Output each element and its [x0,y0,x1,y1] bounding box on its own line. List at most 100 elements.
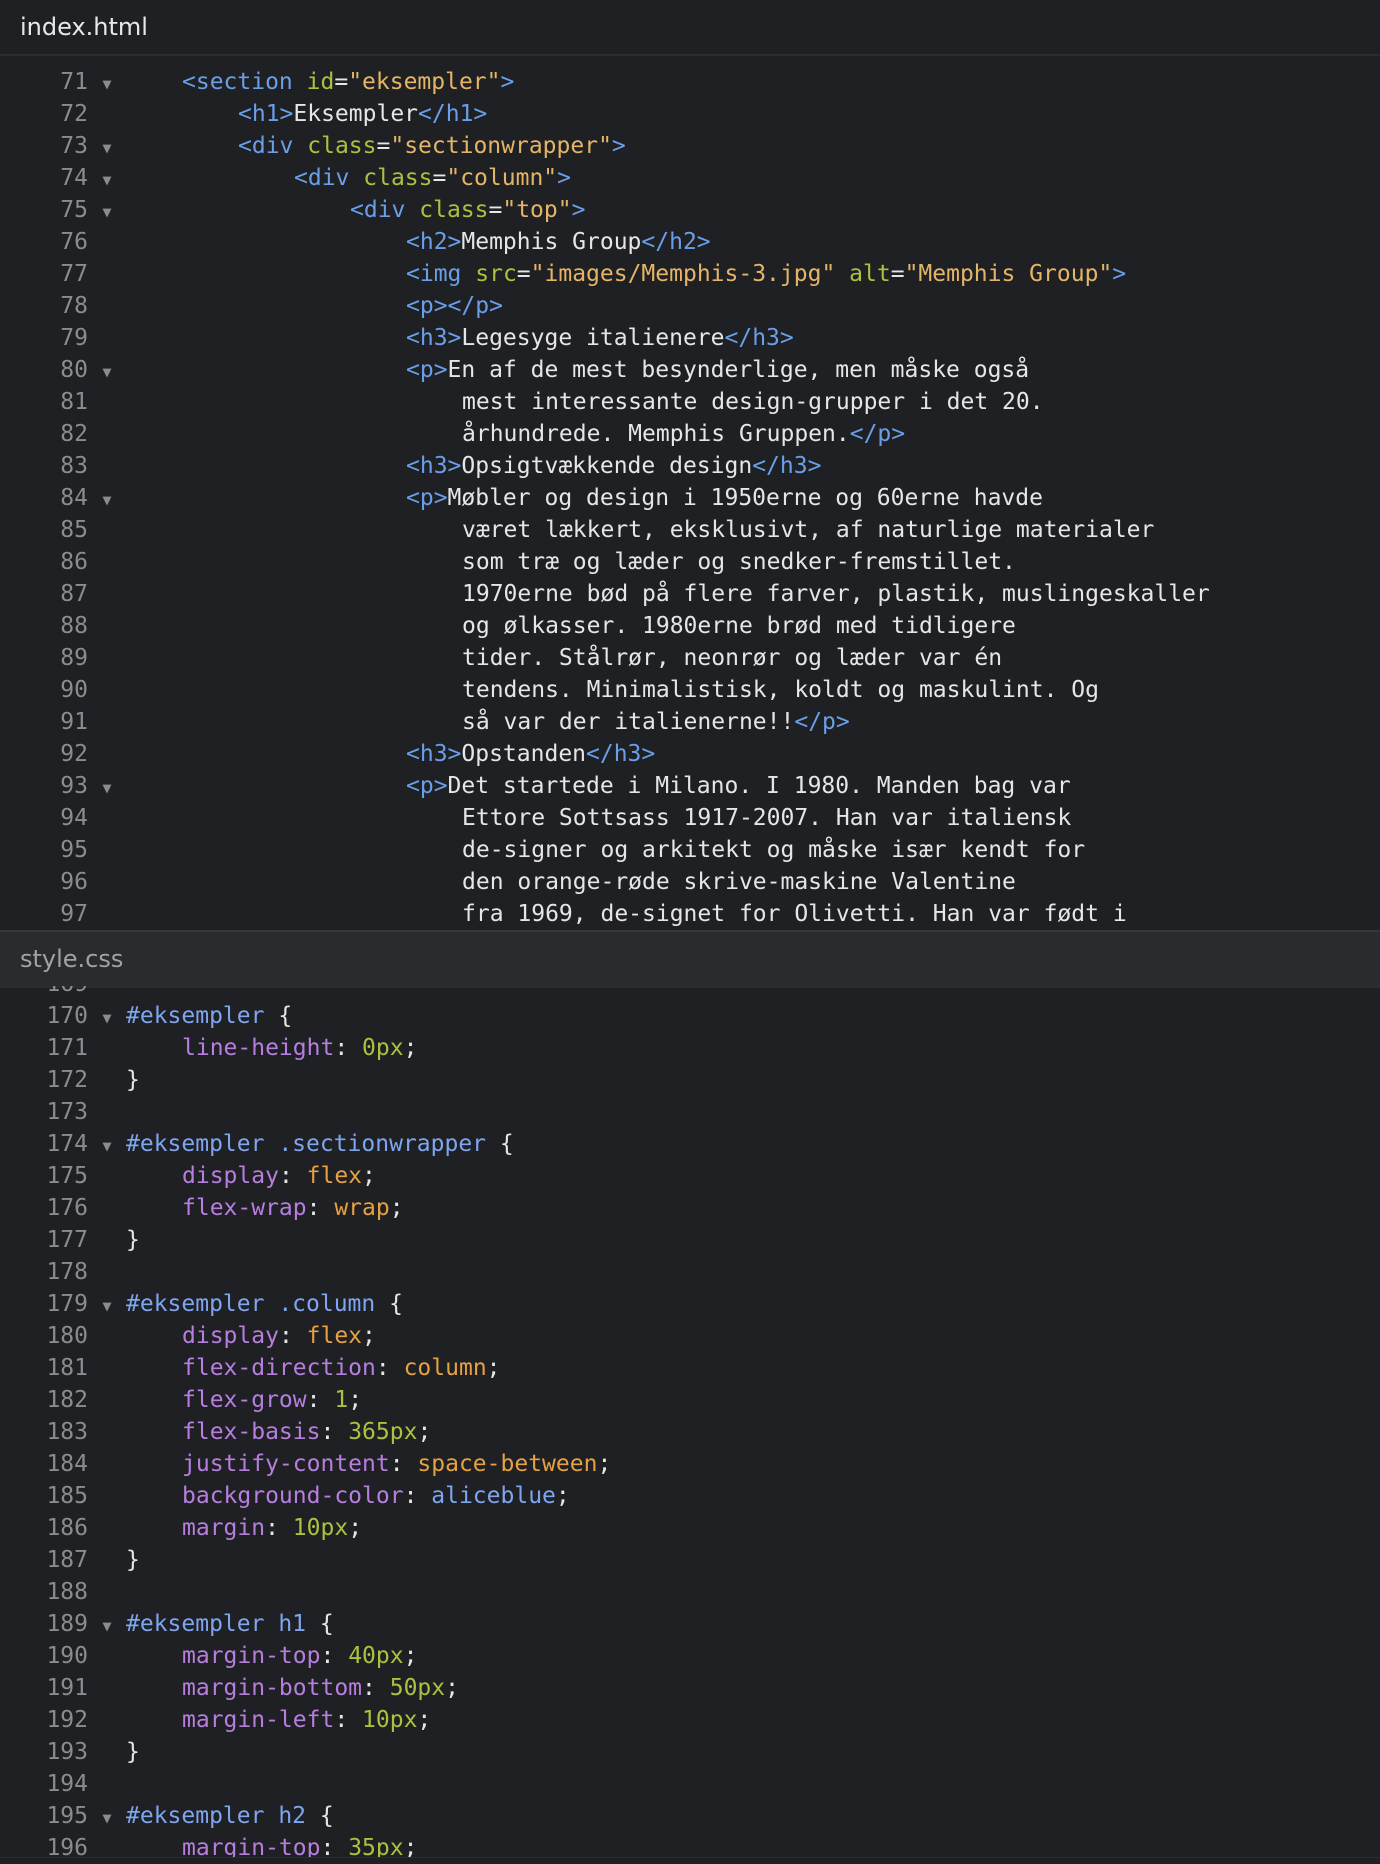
line-content: line-height: 0px; [126,1032,417,1064]
line-content: <img src="images/Memphis-3.jpg" alt="Mem… [126,258,1126,290]
html-editor-pane[interactable]: index.html 71 ▼ <section id="eksempler"> 72… [0,0,1380,932]
fold-triangle-icon[interactable]: ▼ [88,356,126,388]
tab-style-css[interactable]: style.css [0,932,1380,988]
token-pun: ; [362,1323,376,1349]
token-prop: flex-basis [182,1419,321,1445]
code-line[interactable]: 173 [0,1096,1380,1128]
token-prop: margin [182,1515,266,1541]
code-line[interactable]: 191 margin-bottom: 50px; [0,1672,1380,1704]
code-line[interactable]: 181 flex-direction: column; [0,1352,1380,1384]
code-line[interactable]: 89 tider. Stålrør, neonrør og læder var é… [0,642,1380,674]
css-code-area[interactable]: 169170▼#eksempler {171line-height: 0px;1… [0,986,1380,1864]
code-line[interactable]: 77 <img src="images/Memphis-3.jpg" alt="M… [0,258,1380,290]
code-line[interactable]: 72 <h1>Eksempler</h1> [0,98,1380,130]
code-line[interactable]: 194 [0,1768,1380,1800]
code-line[interactable]: 175 display: flex; [0,1160,1380,1192]
code-line[interactable]: 189 ▼ #eksempler h1 { [0,1608,1380,1640]
fold-triangle-icon[interactable]: ▼ [88,164,126,196]
code-line[interactable]: 91 så var der italienerne!!</p> [0,706,1380,738]
code-line[interactable]: 82 århundrede. Memphis Gruppen.</p> [0,418,1380,450]
code-line[interactable]: 85 været lækkert, eksklusivt, af naturlig… [0,514,1380,546]
fold-triangle-icon[interactable]: ▼ [88,1002,126,1034]
fold-triangle-icon[interactable]: ▼ [88,132,126,164]
code-line[interactable]: 188 [0,1576,1380,1608]
token-prop: display [182,1163,279,1189]
code-line[interactable]: 174 ▼ #eksempler .sectionwrapper { [0,1128,1380,1160]
code-line[interactable]: 185 background-color: aliceblue; [0,1480,1380,1512]
code-line[interactable]: 178 [0,1256,1380,1288]
code-line[interactable]: 96 den orange-røde skrive-maskine Valenti… [0,866,1380,898]
code-line[interactable]: 176 flex-wrap: wrap; [0,1192,1380,1224]
token-num: 10px [292,1515,349,1541]
code-line[interactable]: 75 ▼ <div class="top"> [0,194,1380,226]
fold-triangle-icon[interactable]: ▼ [88,68,126,100]
code-line[interactable]: 172} [0,1064,1380,1096]
line-content: justify-content: space-between; [126,1448,611,1480]
line-content: background-color: aliceblue; [126,1480,570,1512]
code-line[interactable]: 92 <h3>Opstanden</h3> [0,738,1380,770]
code-line[interactable]: 80 ▼ <p>En af de mest besynderlige, men må… [0,354,1380,386]
code-line[interactable]: 169 [0,986,1380,1000]
code-line[interactable]: 73 ▼ <div class="sectionwrapper"> [0,130,1380,162]
code-line[interactable]: 95 de-signer og arkitekt og måske især ke… [0,834,1380,866]
token-tag: > [500,69,515,95]
fold-triangle-icon[interactable]: ▼ [88,1130,126,1162]
fold-triangle-icon[interactable]: ▼ [88,1290,126,1322]
token-tag: <h3> [406,325,462,351]
code-line[interactable]: 183 flex-basis: 365px; [0,1416,1380,1448]
line-number: 185 [46,1483,88,1509]
css-editor-pane[interactable]: style.css 169170▼#eksempler {171line-hei… [0,932,1380,1864]
code-line[interactable]: 88 og ølkasser. 1980erne brød med tidlige… [0,610,1380,642]
line-content: flex-basis: 365px; [126,1416,431,1448]
code-line[interactable]: 187} [0,1544,1380,1576]
token-attr: class [363,165,433,191]
code-line[interactable]: 93 ▼ <p>Det startede i Milano. I 1980. Man… [0,770,1380,802]
code-line[interactable]: 83 <h3>Opsigtvækkende design</h3> [0,450,1380,482]
line-content: display: flex; [126,1160,376,1192]
fold-triangle-icon[interactable]: ▼ [88,772,126,804]
code-line[interactable]: 74 ▼ <div class="column"> [0,162,1380,194]
token-text: 1970erne bød på flere farver, plastik, m… [462,581,1210,607]
line-content: <p>En af de mest besynderlige, men måske… [126,354,1029,386]
code-line[interactable]: 177} [0,1224,1380,1256]
token-prop: flex-grow [182,1387,307,1413]
tab-index-html[interactable]: index.html [0,0,1380,56]
fold-triangle-icon[interactable]: ▼ [88,1802,126,1834]
code-line[interactable]: 97 fra 1969, de-signet for Olivetti. Han … [0,898,1380,930]
token-sel: #eksempler h2 [126,1803,307,1829]
html-code-area[interactable]: 71 ▼ <section id="eksempler"> 72 <h1>Eksempl… [0,66,1380,930]
code-line[interactable]: 195 ▼ #eksempler h2 { [0,1800,1380,1832]
token-num: 1 [334,1387,349,1413]
code-line[interactable]: 86 som træ og læder og snedker-fremstille… [0,546,1380,578]
fold-triangle-icon[interactable]: ▼ [88,1610,126,1642]
code-line[interactable]: 193} [0,1736,1380,1768]
token-tag: <h3> [406,741,462,767]
code-line[interactable]: 78 <p></p> [0,290,1380,322]
code-line[interactable]: 180 display: flex; [0,1320,1380,1352]
line-content: #eksempler .sectionwrapper { [126,1128,514,1160]
code-line[interactable]: 171 line-height: 0px; [0,1032,1380,1064]
code-line[interactable]: 94 Ettore Sottsass 1917-2007. Han var ita… [0,802,1380,834]
token-tag: <p> [406,773,448,799]
fold-triangle-icon[interactable]: ▼ [88,196,126,228]
code-line[interactable]: 76 <h2>Memphis Group</h2> [0,226,1380,258]
code-line[interactable]: 90 tendens. Minimalistisk, koldt og masku… [0,674,1380,706]
code-line[interactable]: 79 <h3>Legesyge italienere</h3> [0,322,1380,354]
token-kw: flex [306,1163,363,1189]
token-tag: </h3> [752,453,822,479]
code-line[interactable]: 184 justify-content: space-between; [0,1448,1380,1480]
code-line[interactable]: 182 flex-grow: 1; [0,1384,1380,1416]
code-line[interactable]: 84 ▼ <p>Møbler og design i 1950erne og 60e… [0,482,1380,514]
code-line[interactable]: 179 ▼ #eksempler .column { [0,1288,1380,1320]
code-line[interactable]: 186 margin: 10px; [0,1512,1380,1544]
fold-triangle-icon[interactable]: ▼ [88,484,126,516]
token-text: de-signer og arkitekt og måske især kend… [462,837,1086,863]
code-line[interactable]: 87 1970erne bød på flere farver, plastik,… [0,578,1380,610]
code-line[interactable]: 170 ▼ #eksempler { [0,1000,1380,1032]
code-line[interactable]: 71 ▼ <section id="eksempler"> [0,66,1380,98]
token-pun: } [126,1739,140,1765]
code-line[interactable]: 81 mest interessante design-grupper i det… [0,386,1380,418]
code-line[interactable]: 190 margin-top: 40px; [0,1640,1380,1672]
line-content: de-signer og arkitekt og måske især kend… [126,834,1085,866]
code-line[interactable]: 192 margin-left: 10px; [0,1704,1380,1736]
